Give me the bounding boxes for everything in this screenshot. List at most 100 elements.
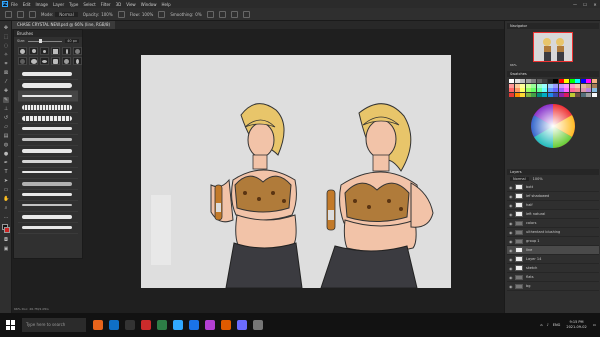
color-swatch[interactable] (575, 92, 580, 97)
close-button[interactable]: ✕ (590, 2, 600, 7)
brush-tip[interactable] (40, 47, 49, 55)
color-swatch[interactable] (542, 88, 547, 92)
color-swatch[interactable] (531, 79, 536, 83)
blend-mode-select[interactable]: Normal (510, 177, 529, 181)
pressure-size-icon[interactable] (230, 10, 238, 18)
menu-type[interactable]: Type (69, 2, 78, 7)
document-tab[interactable]: CHASE CRYSTAL NEW.psd @ 66% (line, RGB/8… (12, 21, 116, 29)
type-tool-icon[interactable]: T (3, 169, 9, 175)
eraser-tool-icon[interactable]: ▱ (3, 124, 9, 130)
brush-preset[interactable] (18, 124, 78, 135)
brush-size-slider[interactable] (28, 38, 63, 43)
taskbar-app-icon[interactable] (253, 320, 263, 330)
eyedropper-tool-icon[interactable]: ⁄ (3, 79, 9, 85)
color-swatch[interactable] (514, 79, 520, 83)
layer-group-row[interactable]: ◉ flats (507, 273, 599, 282)
menu-image[interactable]: Image (35, 2, 48, 7)
color-swatch[interactable] (586, 88, 591, 92)
color-swatch[interactable] (520, 79, 525, 83)
layer-row-selected[interactable]: ◉ line (507, 246, 599, 255)
zoom-tool-icon[interactable]: ⌕ (3, 205, 9, 211)
brush-tip[interactable] (29, 47, 38, 55)
crop-tool-icon[interactable]: ⌗ (3, 61, 9, 67)
menu-edit[interactable]: Edit (23, 2, 31, 7)
background-color-swatch[interactable] (4, 227, 10, 233)
menu-help[interactable]: Help (161, 2, 170, 7)
color-swatch[interactable] (547, 79, 553, 83)
navigator-thumbnail[interactable] (533, 32, 573, 62)
menu-layer[interactable]: Layer (53, 2, 64, 7)
network-icon[interactable]: ⌂ (540, 323, 542, 327)
healing-tool-icon[interactable]: ✚ (3, 88, 9, 94)
brush-preset[interactable] (18, 201, 78, 212)
more-tools-icon[interactable]: … (3, 214, 9, 220)
move-tool-icon[interactable]: ✥ (3, 25, 9, 31)
color-swatch[interactable] (509, 79, 514, 83)
layer-group-row[interactable]: ◉ group 1 (507, 237, 599, 246)
brush-preset[interactable] (18, 113, 78, 124)
navigator-zoom[interactable]: 66% (507, 63, 599, 67)
brush-settings-icon[interactable] (29, 10, 36, 18)
brush-tip[interactable] (51, 57, 60, 65)
menu-select[interactable]: Select (83, 2, 95, 7)
brush-preset[interactable] (18, 212, 78, 223)
opacity-field[interactable]: 100% (101, 12, 112, 17)
color-swatch[interactable] (591, 83, 597, 88)
taskbar-app-icon[interactable] (93, 320, 103, 330)
taskbar-app-icon[interactable] (141, 320, 151, 330)
brush-tip[interactable] (18, 57, 27, 65)
quick-mask-icon[interactable]: ◘ (3, 237, 9, 243)
angle-icon[interactable] (218, 10, 226, 18)
brush-preset-icon[interactable] (17, 10, 24, 18)
brush-preset[interactable] (18, 168, 78, 179)
brush-preset[interactable] (18, 146, 78, 157)
path-select-tool-icon[interactable]: ➤ (3, 178, 9, 184)
menu-window[interactable]: Window (141, 2, 157, 7)
flow-field[interactable]: 100% (142, 12, 153, 17)
screen-mode-icon[interactable]: ▣ (3, 246, 9, 252)
brush-preset[interactable] (18, 190, 78, 201)
color-swatch[interactable] (531, 92, 536, 97)
taskbar-app-icon[interactable] (221, 320, 231, 330)
color-swatch[interactable] (520, 83, 525, 88)
volume-icon[interactable]: ♪ (547, 323, 549, 327)
navigator-panel-title[interactable]: Navigator (507, 23, 599, 29)
symmetry-icon[interactable] (242, 10, 250, 18)
marquee-tool-icon[interactable]: ⬚ (3, 34, 9, 40)
color-swatch[interactable] (525, 92, 531, 97)
history-brush-tool-icon[interactable]: ↺ (3, 115, 9, 121)
color-swatch[interactable] (569, 83, 575, 88)
taskbar-app-icon[interactable] (125, 320, 135, 330)
color-swatch[interactable] (558, 83, 564, 88)
color-swatch[interactable] (558, 79, 564, 83)
color-swatch[interactable] (531, 83, 536, 88)
menu-view[interactable]: View (126, 2, 136, 7)
brush-tip[interactable] (29, 57, 38, 65)
layer-row[interactable]: ◉ Layer 14 (507, 255, 599, 264)
color-swatch[interactable] (564, 88, 569, 92)
brush-preset[interactable] (18, 102, 78, 113)
color-swatch[interactable] (586, 92, 591, 97)
color-swatch[interactable] (536, 79, 542, 83)
brush-preset[interactable] (18, 223, 78, 234)
pressure-opacity-icon[interactable] (117, 10, 125, 18)
color-swatch[interactable] (591, 88, 597, 92)
brush-preset[interactable] (18, 179, 78, 190)
color-swatch[interactable] (547, 83, 553, 88)
smoothing-field[interactable]: 0% (195, 12, 201, 17)
pen-tool-icon[interactable]: ✒ (3, 160, 9, 166)
hand-tool-icon[interactable]: ✋ (3, 196, 9, 202)
mode-select[interactable]: Normal (55, 11, 78, 17)
language-indicator[interactable]: ENG (553, 323, 561, 327)
color-swatch[interactable] (536, 92, 542, 97)
brush-tip[interactable] (62, 47, 71, 55)
quick-select-tool-icon[interactable]: ✧ (3, 52, 9, 58)
notification-icon[interactable]: ▭ (593, 323, 596, 327)
clock[interactable]: 9:15 PM 2021-09-02 (566, 320, 586, 330)
taskbar-app-icon[interactable] (205, 320, 215, 330)
color-swatch[interactable] (520, 92, 525, 97)
maximize-button[interactable]: ☐ (580, 2, 590, 7)
frame-tool-icon[interactable]: ⊠ (3, 70, 9, 76)
brush-preset-selected[interactable] (18, 91, 78, 102)
layer-row[interactable]: ◉ lef shadowed (507, 192, 599, 201)
